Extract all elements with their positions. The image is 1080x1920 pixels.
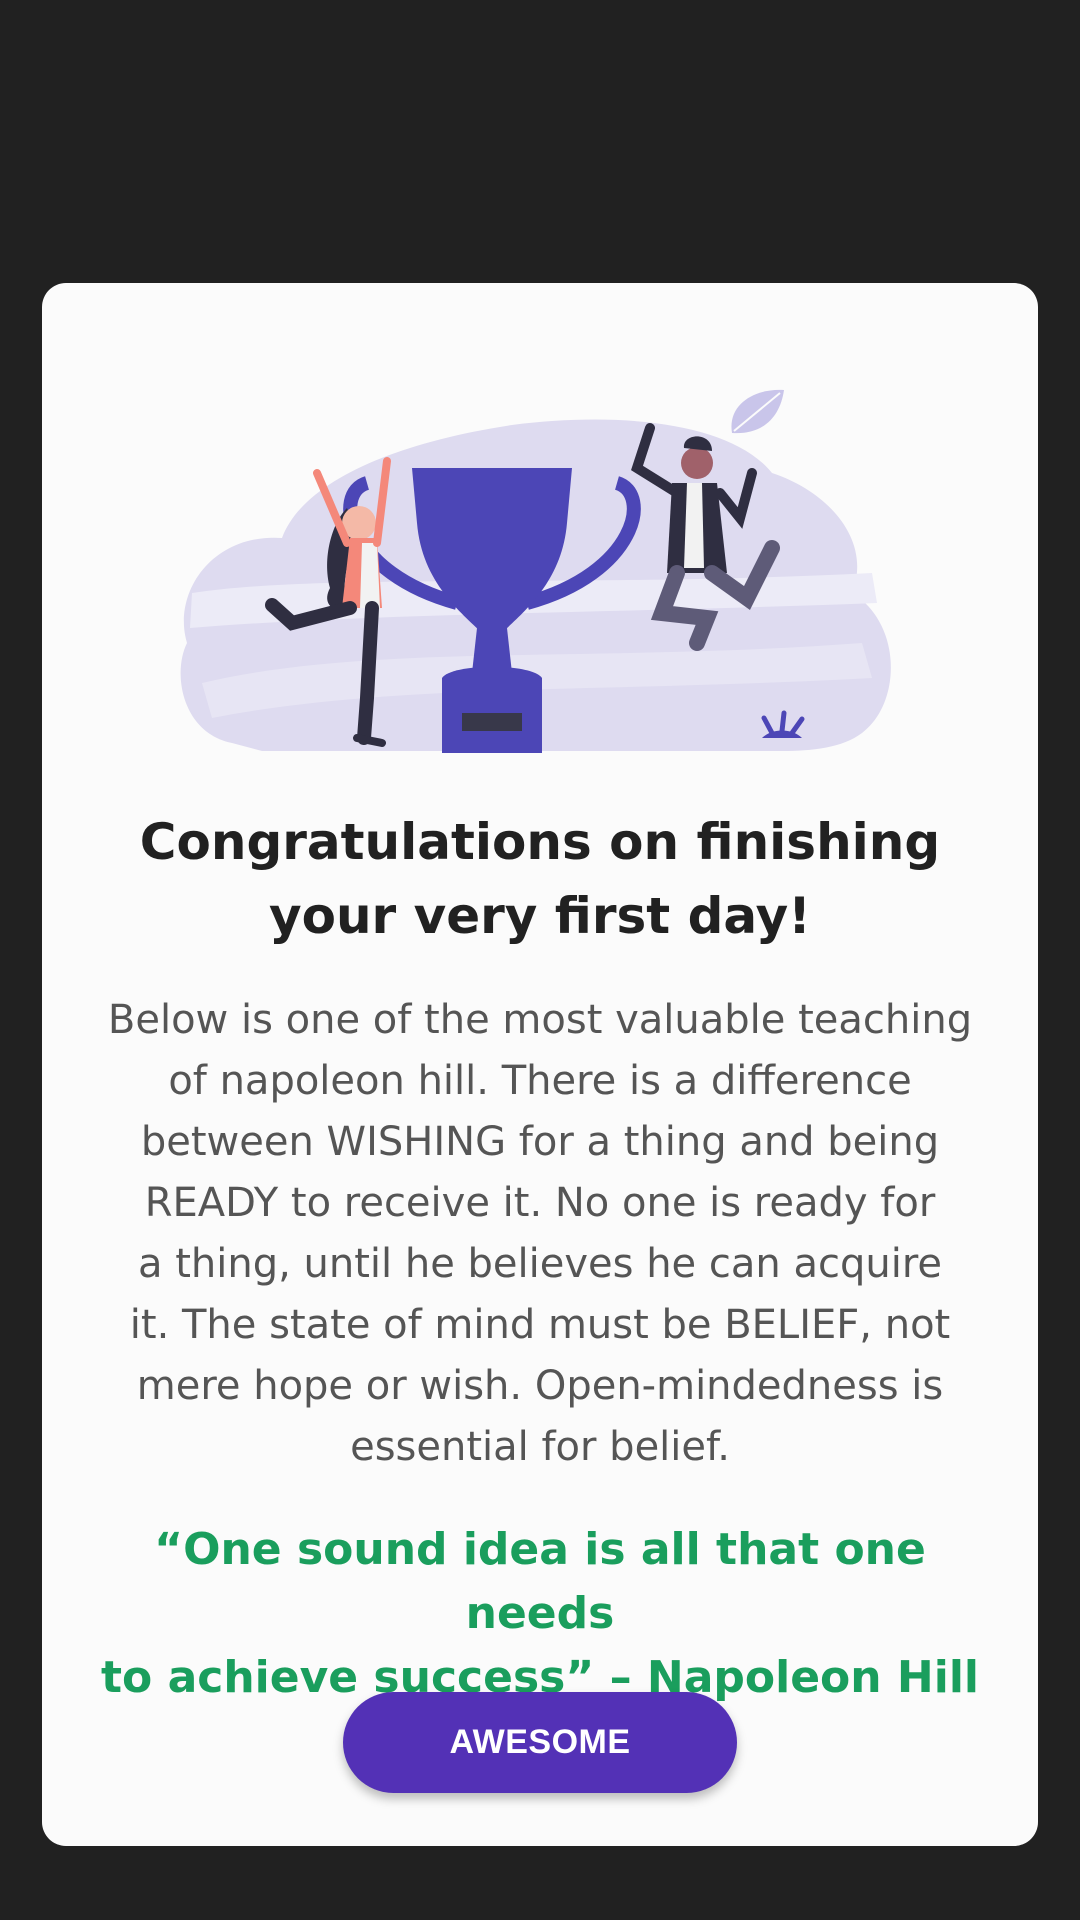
- awesome-button[interactable]: AWESOME: [343, 1692, 737, 1793]
- napoleon-hill-quote: “One sound idea is all that one needs to…: [100, 1524, 979, 1703]
- dialog-body-text: Below is one of the most valuable teachi…: [107, 997, 973, 1470]
- congratulations-dialog: Congratulations on finishing your very f…: [42, 283, 1038, 1846]
- dialog-title: Congratulations on finishing your very f…: [139, 813, 941, 945]
- trophy-celebration-illustration: [180, 389, 891, 753]
